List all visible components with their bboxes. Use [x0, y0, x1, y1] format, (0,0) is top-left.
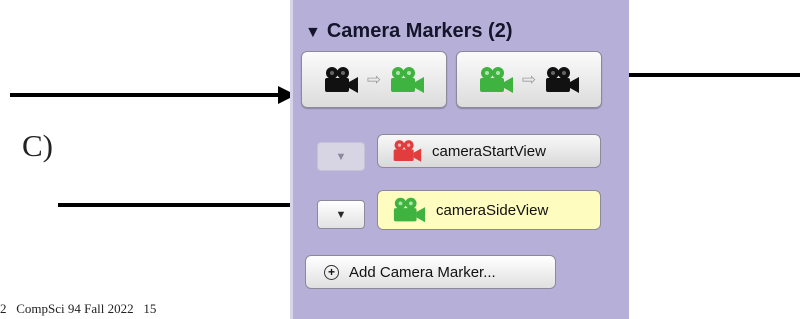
marker-2-collapse-button[interactable]: ▼	[317, 200, 365, 229]
move-camera-to-marker-button[interactable]: ⇨	[301, 51, 447, 108]
camera-markers-panel: ▼ Camera Markers (2) ⇨ ⇨ ▼ cameraStartVi…	[290, 0, 629, 319]
right-arrow-icon: ⇨	[366, 69, 382, 89]
marker-name: cameraStartView	[432, 142, 546, 160]
section-title: Camera Markers (2)	[326, 20, 513, 42]
move-marker-to-camera-button[interactable]: ⇨	[456, 51, 602, 108]
green-camera-icon	[391, 66, 425, 93]
black-camera-icon	[546, 66, 580, 93]
marker-1-collapse-button[interactable]: ▼	[317, 142, 365, 171]
green-camera-icon	[479, 66, 513, 93]
collapse-triangle-icon[interactable]: ▼	[305, 24, 321, 41]
camera-marker-item-selected[interactable]: cameraSideView	[377, 190, 601, 230]
annotation-label: C)	[22, 128, 53, 163]
add-camera-marker-button[interactable]: + Add Camera Marker...	[305, 255, 556, 289]
green-camera-icon	[393, 197, 426, 223]
plus-circle-icon: +	[324, 264, 339, 280]
camera-marker-item[interactable]: cameraStartView	[377, 134, 601, 168]
add-camera-marker-label: Add Camera Marker...	[349, 263, 496, 281]
page-footer: 2 CompSci 94 Fall 2022 15	[0, 301, 157, 316]
red-camera-icon	[393, 140, 422, 162]
right-arrow-icon: ⇨	[521, 69, 537, 89]
black-camera-icon	[324, 66, 358, 93]
arrow-to-left-swap-button	[10, 86, 296, 104]
camera-markers-header[interactable]: ▼ Camera Markers (2)	[305, 20, 513, 43]
marker-name: cameraSideView	[436, 201, 549, 219]
